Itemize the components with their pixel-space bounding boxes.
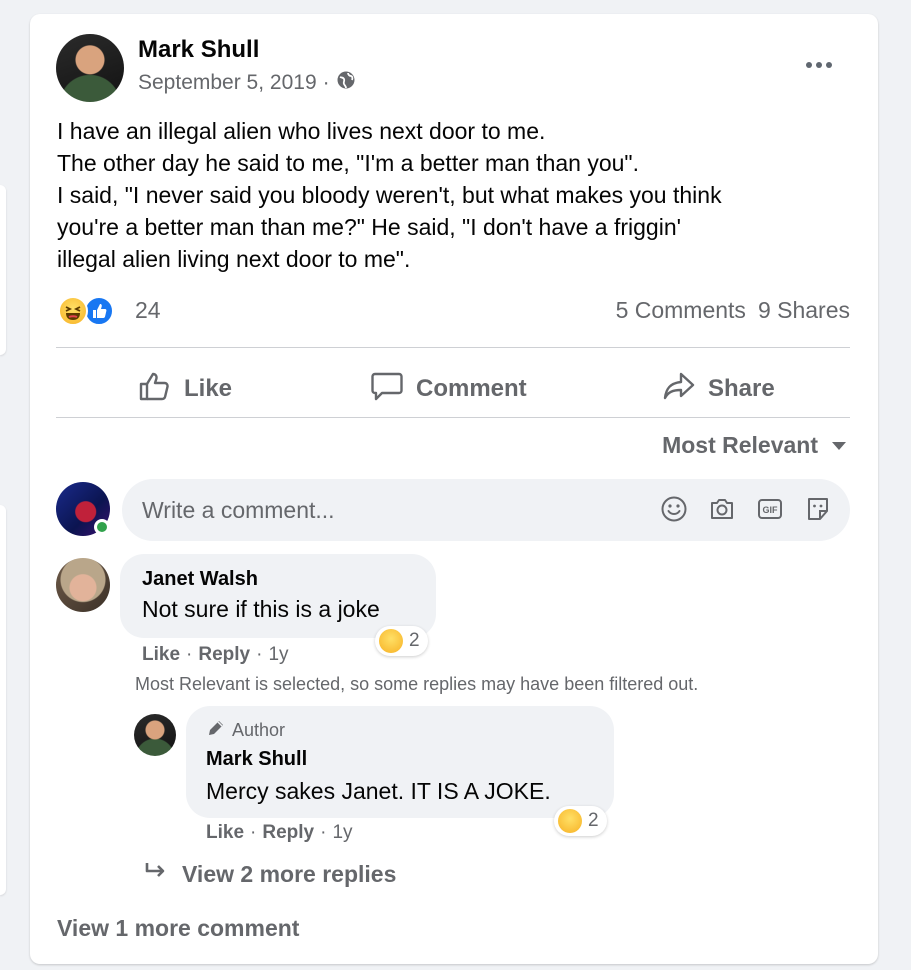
haha-icon bbox=[58, 296, 88, 326]
commenter-name[interactable]: Janet Walsh bbox=[142, 568, 258, 591]
view-replies-label: View 2 more replies bbox=[182, 860, 397, 887]
globe-icon[interactable] bbox=[336, 70, 356, 96]
author-avatar[interactable] bbox=[56, 34, 124, 102]
shares-count[interactable]: 9 Shares bbox=[758, 297, 850, 324]
share-button[interactable]: Share bbox=[662, 359, 775, 419]
pen-icon bbox=[206, 718, 226, 743]
post-date[interactable]: September 5, 2019 bbox=[138, 71, 317, 95]
post-text-line: I said, "I never said you bloody weren't… bbox=[57, 182, 722, 208]
more-options-button[interactable] bbox=[804, 50, 834, 80]
separator: · bbox=[320, 822, 327, 843]
author-badge: Author bbox=[206, 718, 285, 743]
commenter-avatar[interactable] bbox=[56, 558, 110, 612]
more-dot-icon bbox=[806, 62, 812, 68]
separator: · bbox=[250, 822, 257, 843]
like-reaction-icon bbox=[84, 296, 114, 326]
author-badge-label: Author bbox=[232, 720, 286, 740]
comment-placeholder: Write a comment... bbox=[142, 497, 335, 523]
comment-reaction-count[interactable]: 2 bbox=[375, 626, 428, 656]
comment-like-link[interactable]: Like bbox=[142, 644, 180, 666]
sticker-icon[interactable] bbox=[802, 493, 834, 525]
separator: · bbox=[186, 644, 193, 665]
more-dot-icon bbox=[826, 62, 832, 68]
post-text-line: I have an illegal alien who lives next d… bbox=[57, 118, 546, 144]
reply-text: Mercy sakes Janet. IT IS A JOKE. bbox=[206, 778, 551, 804]
post-card: Mark Shull September 5, 2019 · I have an… bbox=[30, 14, 878, 964]
reply-actions: Like · Reply · 1y bbox=[206, 822, 353, 844]
composer-icons: GIF bbox=[658, 493, 834, 525]
comment-text: Not sure if this is a joke bbox=[142, 596, 380, 622]
reaction-count[interactable]: 24 bbox=[135, 297, 161, 324]
comment-reaction-number: 2 bbox=[409, 630, 420, 651]
adjacent-card-edge bbox=[0, 185, 6, 355]
reply-reply-link[interactable]: Reply bbox=[262, 822, 314, 844]
thumbs-up-icon bbox=[138, 370, 172, 409]
reply-author-name[interactable]: Mark Shull bbox=[206, 748, 307, 771]
like-button[interactable]: Like bbox=[138, 359, 232, 419]
online-status-dot bbox=[94, 519, 110, 535]
separator: · bbox=[256, 644, 263, 665]
reply-reaction-count[interactable]: 2 bbox=[554, 806, 607, 836]
like-label: Like bbox=[184, 375, 233, 402]
divider bbox=[56, 417, 850, 418]
haha-icon bbox=[379, 629, 403, 653]
comment-label: Comment bbox=[416, 375, 527, 402]
post-text-line: illegal alien living next door to me". bbox=[57, 246, 411, 272]
reply-reaction-number: 2 bbox=[588, 810, 599, 831]
author-name[interactable]: Mark Shull bbox=[138, 36, 259, 64]
gif-icon[interactable]: GIF bbox=[754, 493, 786, 525]
view-more-replies-link[interactable]: View 2 more replies bbox=[144, 860, 396, 888]
reply-author-avatar[interactable] bbox=[134, 714, 176, 756]
comment-icon bbox=[370, 370, 404, 409]
haha-icon bbox=[558, 809, 582, 833]
comment-button[interactable]: Comment bbox=[370, 359, 527, 419]
comment-sort-dropdown[interactable]: Most Relevant bbox=[662, 432, 846, 459]
divider bbox=[56, 347, 850, 348]
view-more-comments-link[interactable]: View 1 more comment bbox=[57, 915, 299, 942]
share-icon bbox=[662, 370, 696, 409]
comment-age[interactable]: 1y bbox=[268, 644, 288, 666]
reply-age[interactable]: 1y bbox=[332, 822, 352, 844]
sort-label: Most Relevant bbox=[662, 432, 818, 458]
meta-separator: · bbox=[322, 71, 330, 94]
comment-reply-link[interactable]: Reply bbox=[198, 644, 250, 666]
reply-bubble: Author Mark Shull Mercy sakes Janet. IT … bbox=[186, 706, 614, 818]
post-meta: September 5, 2019 · bbox=[138, 70, 356, 96]
share-label: Share bbox=[708, 375, 775, 402]
adjacent-card-edge bbox=[0, 505, 6, 895]
emoji-icon[interactable] bbox=[658, 493, 690, 525]
comment-input[interactable]: Write a comment... GIF bbox=[122, 479, 850, 541]
post-text-line: you're a better man than me?" He said, "… bbox=[57, 214, 682, 240]
post-text: I have an illegal alien who lives next d… bbox=[57, 115, 857, 275]
caret-down-icon bbox=[832, 441, 846, 450]
reply-like-link[interactable]: Like bbox=[206, 822, 244, 844]
comment-actions: Like · Reply · 1y bbox=[142, 644, 289, 666]
comments-count[interactable]: 5 Comments bbox=[616, 297, 746, 324]
filter-note: Most Relevant is selected, so some repli… bbox=[135, 674, 699, 694]
more-dot-icon bbox=[816, 62, 822, 68]
engagement-counts: 5 Comments 9 Shares bbox=[616, 297, 850, 324]
reaction-icons[interactable] bbox=[58, 296, 124, 328]
svg-text:GIF: GIF bbox=[763, 505, 779, 515]
camera-icon[interactable] bbox=[706, 493, 738, 525]
post-text-line: The other day he said to me, "I'm a bett… bbox=[57, 150, 639, 176]
reply-arrow-icon bbox=[144, 860, 168, 888]
